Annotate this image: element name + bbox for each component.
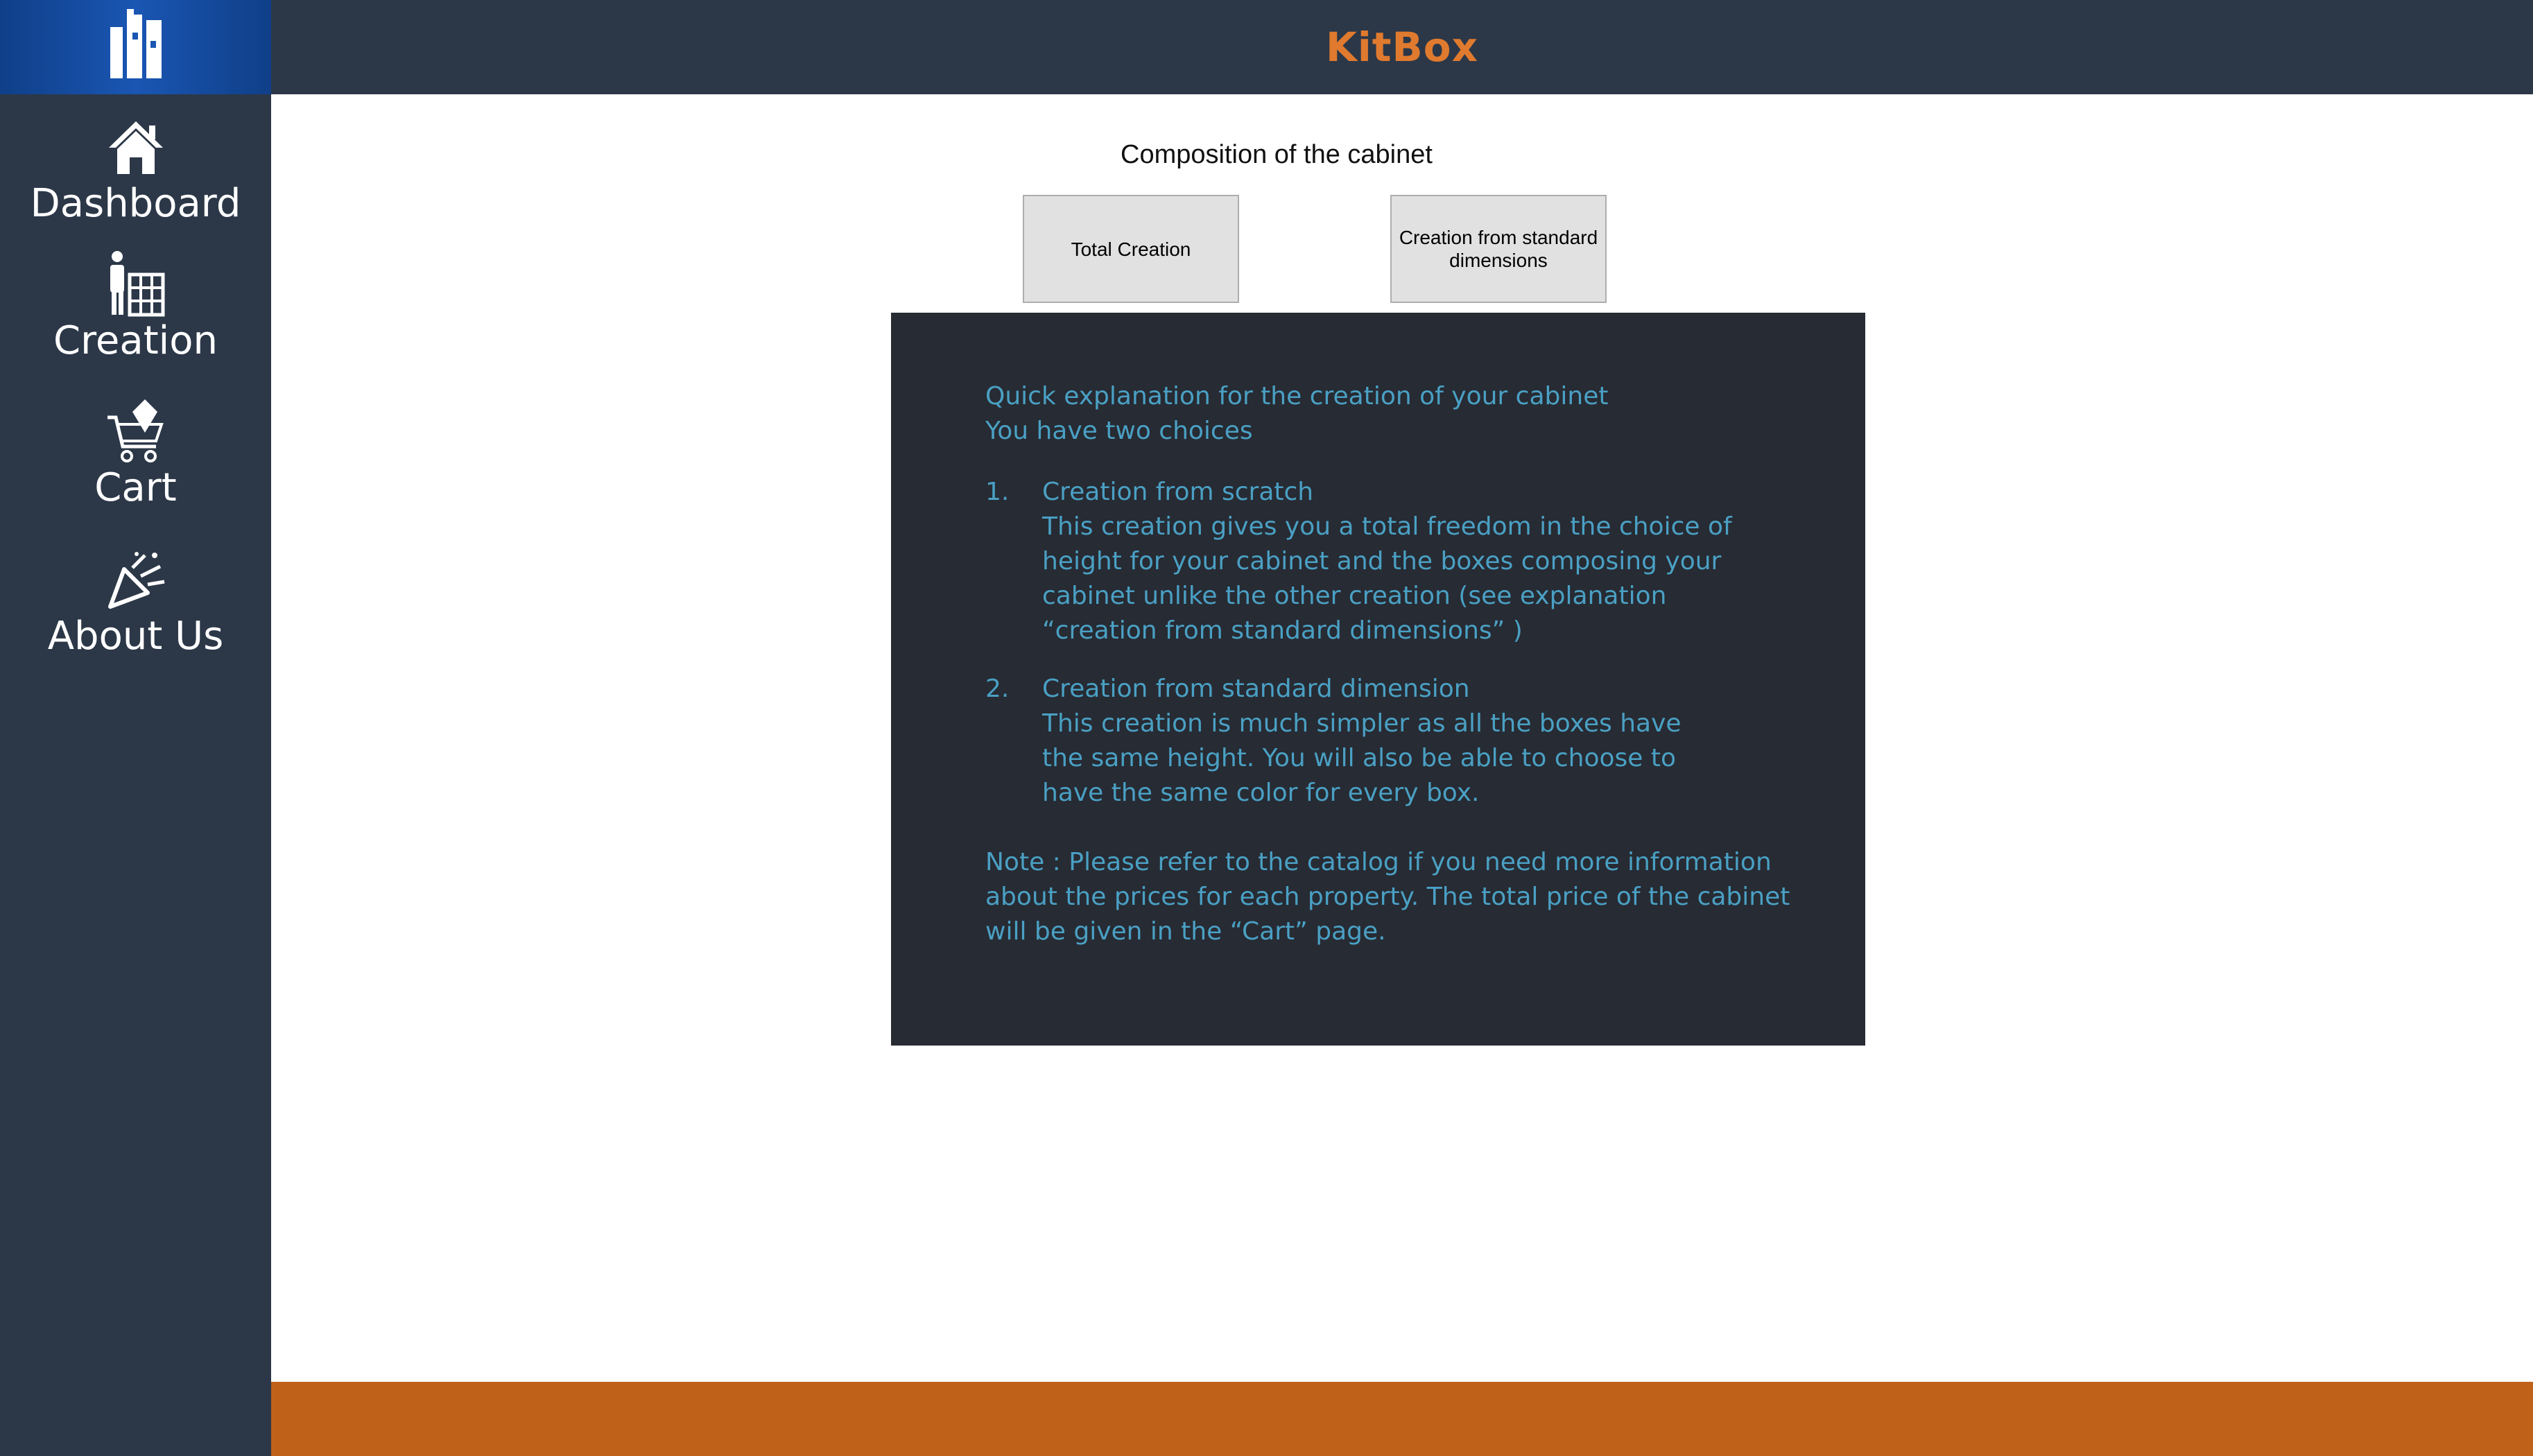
total-creation-button[interactable]: Total Creation: [1023, 195, 1239, 303]
note-text: about the prices for each property. The …: [985, 883, 1790, 911]
list-item-text: height for your cabinet and the boxes co…: [1042, 547, 1722, 575]
sidebar-item-creation[interactable]: Creation: [0, 250, 271, 363]
list-item-title: Creation from standard dimension: [1042, 675, 1470, 703]
list-item-text: cabinet unlike the other creation (see e…: [1042, 582, 1667, 610]
app-title: KitBox: [1325, 24, 1479, 71]
person-cabinet-icon: [101, 250, 171, 319]
list-number: 2.: [985, 675, 1010, 703]
standard-creation-button[interactable]: Creation from standard dimensions: [1390, 195, 1607, 303]
sidebar-item-dashboard[interactable]: Dashboard: [0, 112, 271, 226]
explanation-panel: Quick explanation for the creation of yo…: [891, 313, 1865, 1046]
footer-bar: [271, 1382, 2533, 1456]
sidebar-item-label: About Us: [47, 614, 224, 659]
sidebar-item-cart[interactable]: Cart: [0, 397, 271, 510]
list-item-text: “creation from standard dimensions” ): [1042, 616, 1523, 645]
note-text: Note : Please refer to the catalog if yo…: [985, 848, 1772, 876]
party-popper-icon: [101, 545, 171, 614]
sidebar-item-label: Dashboard: [30, 181, 241, 226]
page-title: Composition of the cabinet: [1121, 140, 1433, 169]
list-item-text: This creation gives you a total freedom …: [1042, 512, 1732, 541]
header: KitBox: [271, 0, 2533, 94]
list-item-text: have the same color for every box.: [1042, 779, 1480, 807]
logo[interactable]: [0, 0, 271, 94]
sidebar: Dashboard Creation Cart About Us: [0, 0, 271, 1456]
list-item: 2. Creation from standard dimension This…: [985, 672, 1838, 811]
note-text: will be given in the “Cart” page.: [985, 917, 1386, 946]
list-item-text: This creation is much simpler as all the…: [1042, 709, 1682, 738]
kitbox-logo-icon: [106, 8, 166, 87]
explanation-intro-line: Quick explanation for the creation of yo…: [985, 382, 1609, 410]
house-icon: [101, 112, 171, 182]
explanation-intro-line: You have two choices: [985, 417, 1253, 445]
list-item: 1. Creation from scratch This creation g…: [985, 475, 1838, 648]
sidebar-item-label: Cart: [94, 465, 177, 510]
list-item-title: Creation from scratch: [1042, 478, 1314, 506]
shopping-cart-icon: [101, 397, 171, 466]
list-number: 1.: [985, 478, 1010, 506]
sidebar-item-label: Creation: [53, 318, 218, 363]
list-item-text: the same height. You will also be able t…: [1042, 744, 1676, 772]
sidebar-item-about-us[interactable]: About Us: [0, 545, 271, 659]
